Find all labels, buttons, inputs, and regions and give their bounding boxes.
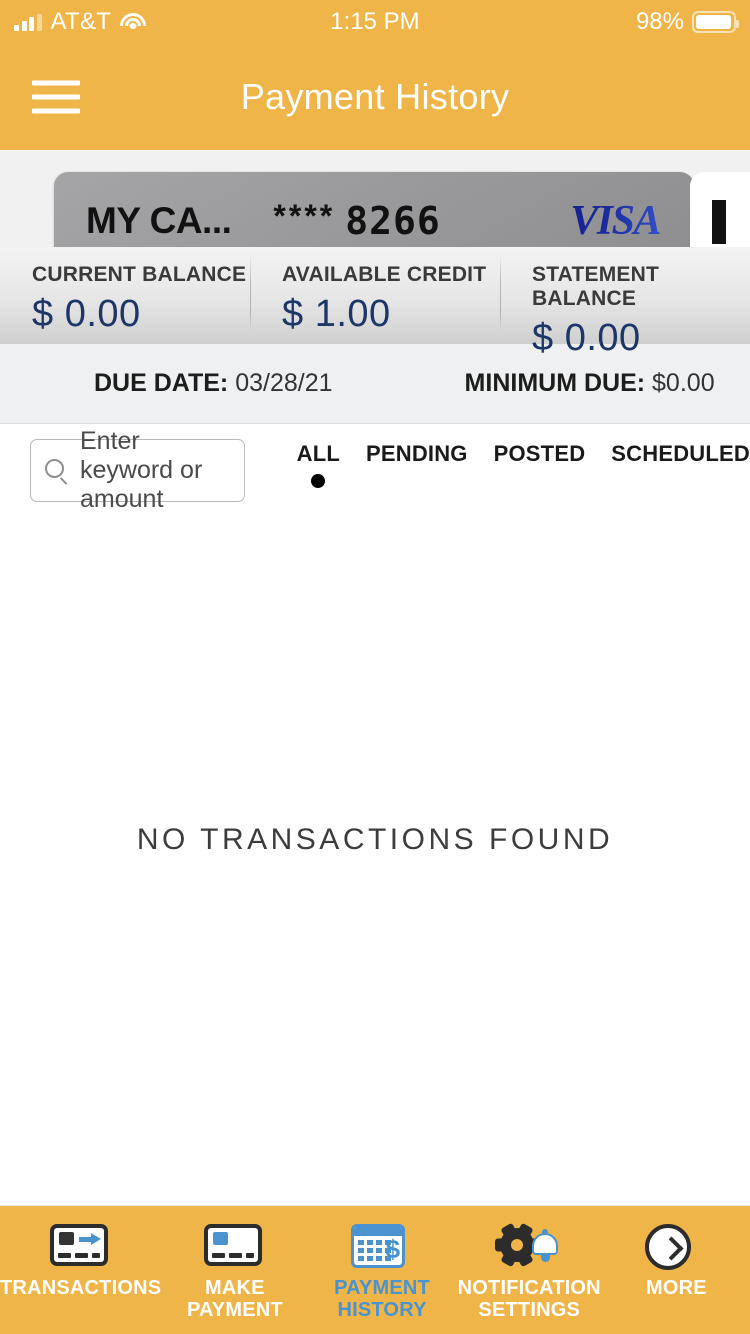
card-carousel[interactable]: MY CA... **** 8266 VISA bbox=[0, 150, 750, 247]
filter-tab-all-label: ALL bbox=[296, 441, 340, 466]
tab-payment-history-label-line1: PAYMENT bbox=[334, 1277, 430, 1299]
balance-summary: CURRENT BALANCE $ 0.00 AVAILABLE CREDIT … bbox=[0, 247, 750, 359]
tab-notification-settings-label-line2: SETTINGS bbox=[478, 1299, 581, 1322]
tab-notification-settings[interactable]: NOTIFICATION SETTINGS bbox=[456, 1222, 603, 1322]
filter-tab-scheduled[interactable]: SCHEDULED bbox=[611, 441, 750, 488]
tab-transactions-label: TRANSACTIONS bbox=[0, 1277, 162, 1299]
filter-tab-posted-label: POSTED bbox=[493, 441, 586, 466]
minimum-due-value: $0.00 bbox=[652, 369, 715, 397]
card-nickname: MY CA... bbox=[86, 199, 232, 241]
tab-payment-history-label-line2: HISTORY bbox=[337, 1299, 427, 1322]
card-strip: MY CA... **** 8266 VISA bbox=[0, 172, 750, 247]
balance-current-value: $ 0.00 bbox=[32, 293, 141, 335]
tab-notification-settings-label: NOTIFICATION SETTINGS bbox=[458, 1277, 601, 1322]
balance-available-credit-value: $ 1.00 bbox=[282, 293, 391, 335]
hamburger-menu-icon[interactable] bbox=[32, 80, 80, 114]
minimum-due: MINIMUM DUE: $0.00 bbox=[465, 369, 715, 398]
page-title: Payment History bbox=[240, 76, 510, 117]
gear-bell-icon bbox=[498, 1222, 560, 1268]
empty-state-message: NO TRANSACTIONS FOUND bbox=[136, 823, 614, 856]
wifi-icon bbox=[120, 12, 147, 32]
balance-current: CURRENT BALANCE $ 0.00 bbox=[0, 247, 250, 344]
carrier-label: AT&T bbox=[50, 8, 112, 35]
balance-statement-label: STATEMENT BALANCE bbox=[532, 263, 660, 310]
tab-payment-history-label: PAYMENT HISTORY bbox=[334, 1277, 430, 1322]
status-bar-left: AT&T bbox=[14, 8, 147, 36]
filter-tab-pending[interactable]: PENDING bbox=[366, 441, 468, 488]
battery-percent-label: 98% bbox=[635, 8, 684, 35]
card-last-four: 8266 bbox=[345, 198, 441, 243]
search-placeholder: Enter keyword or amount bbox=[80, 427, 203, 513]
card-tile-next[interactable] bbox=[690, 172, 750, 247]
balance-statement: STATEMENT BALANCE $ 0.00 bbox=[500, 247, 750, 359]
filter-tab-all-indicator bbox=[311, 474, 326, 488]
tab-transactions[interactable]: TRANSACTIONS bbox=[0, 1224, 161, 1299]
tab-make-payment-label: MAKE PAYMENT bbox=[186, 1277, 283, 1322]
tab-more-label: MORE bbox=[645, 1277, 707, 1299]
tab-payment-history[interactable]: $ PAYMENT HISTORY bbox=[308, 1224, 455, 1322]
tab-more[interactable]: MORE bbox=[603, 1224, 750, 1299]
filter-tab-pending-label: PENDING bbox=[365, 441, 468, 466]
balance-available-credit-label: AVAILABLE CREDIT bbox=[282, 263, 487, 286]
app-header: Payment History bbox=[0, 44, 750, 150]
calendar-dollar-icon: $ bbox=[351, 1224, 413, 1268]
card-mask: **** bbox=[273, 198, 336, 234]
signal-bars-icon bbox=[14, 13, 42, 31]
bottom-navigation: TRANSACTIONS MAKE PAYMENT $ PAYMENT HIST… bbox=[0, 1205, 750, 1334]
card-number: **** 8266 bbox=[273, 198, 441, 243]
battery-icon bbox=[692, 11, 739, 33]
filter-tab-posted[interactable]: POSTED bbox=[494, 441, 586, 488]
chevron-right-circle-icon bbox=[645, 1224, 707, 1270]
tab-notification-settings-label-line1: NOTIFICATION bbox=[457, 1277, 601, 1299]
transaction-list-empty-state: NO TRANSACTIONS FOUND bbox=[0, 517, 750, 1163]
filter-tab-scheduled-label: SCHEDULED bbox=[611, 441, 750, 466]
minimum-due-label: MINIMUM DUE: bbox=[464, 369, 646, 397]
card-arrow-icon bbox=[49, 1224, 112, 1268]
visa-logo: VISA bbox=[570, 197, 661, 244]
search-input[interactable]: Enter keyword or amount bbox=[30, 427, 245, 513]
status-bar: AT&T 1:15 PM 98% bbox=[0, 0, 750, 44]
balance-statement-value: $ 0.00 bbox=[532, 317, 641, 359]
due-date-value: 03/28/21 bbox=[235, 369, 333, 397]
due-date: DUE DATE: 03/28/21 bbox=[94, 369, 333, 398]
search-filter-bar: Enter keyword or amount ALL PENDING POST… bbox=[0, 424, 750, 517]
balance-available-credit: AVAILABLE CREDIT $ 1.00 bbox=[250, 247, 500, 344]
filter-tabs: ALL PENDING POSTED SCHEDULED bbox=[297, 441, 750, 488]
balance-current-label: CURRENT BALANCE bbox=[32, 263, 247, 286]
filter-tab-all[interactable]: ALL bbox=[297, 441, 340, 488]
search-icon bbox=[45, 458, 69, 486]
status-bar-right: 98% bbox=[635, 8, 739, 36]
credit-card-icon bbox=[203, 1224, 266, 1268]
card-tile-primary[interactable]: MY CA... **** 8266 VISA bbox=[54, 172, 694, 247]
tab-make-payment[interactable]: MAKE PAYMENT bbox=[161, 1224, 308, 1322]
due-date-label: DUE DATE: bbox=[94, 369, 229, 397]
